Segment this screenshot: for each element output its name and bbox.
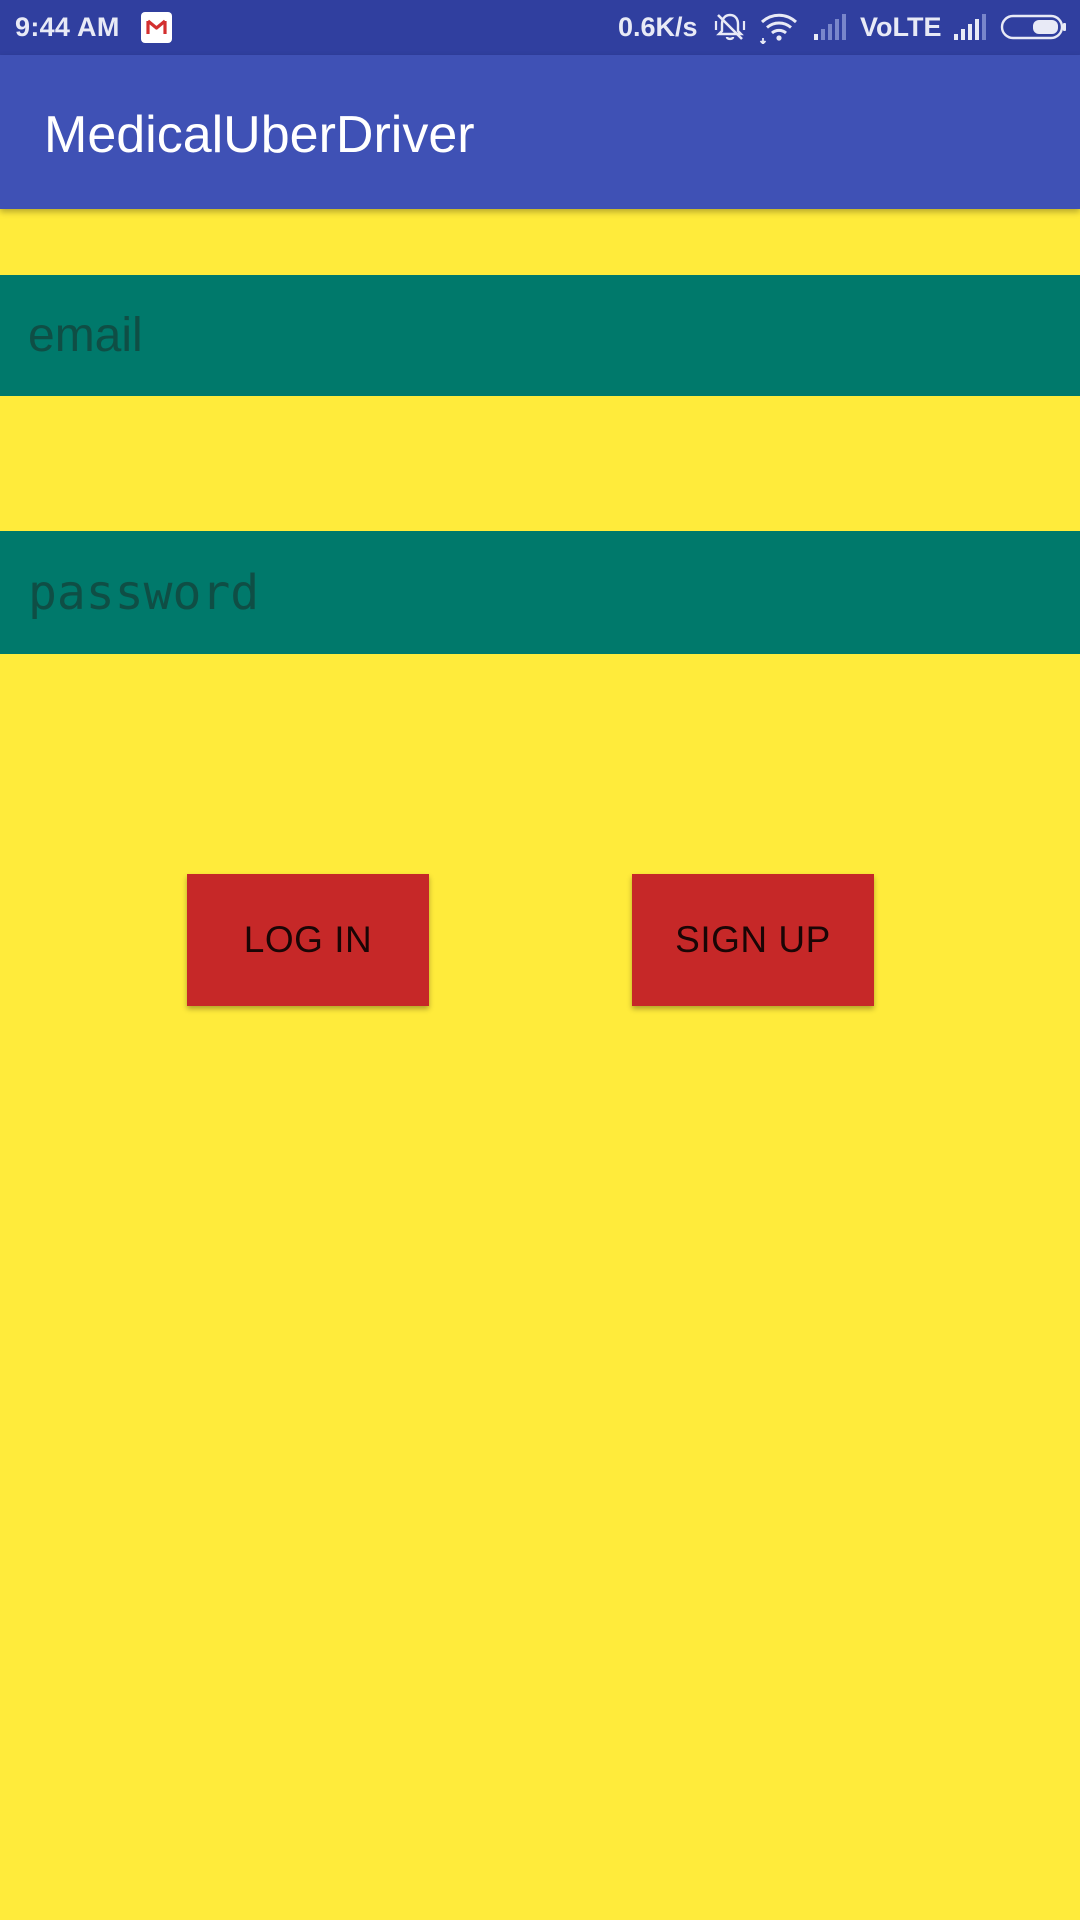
gmail-icon — [141, 12, 172, 43]
status-bar: 9:44 AM 0.6K/s VoLTE — [0, 0, 1080, 55]
email-field[interactable] — [0, 275, 1080, 396]
email-field-container — [0, 275, 1080, 396]
signup-button[interactable]: SIGN UP — [632, 874, 874, 1006]
app-bar: MedicalUberDriver — [0, 55, 1080, 209]
password-field[interactable] — [0, 531, 1080, 654]
battery-icon — [1000, 13, 1068, 48]
login-button[interactable]: LOG IN — [187, 874, 429, 1006]
mute-icon — [713, 10, 747, 51]
volte-label: VoLTE — [860, 12, 942, 42]
login-screen: 9:44 AM 0.6K/s VoLTE MedicalUberDriver e… — [0, 0, 1080, 1920]
signal-icon — [812, 12, 848, 49]
wifi-icon — [759, 10, 799, 51]
status-time: 9:44 AM — [15, 12, 120, 42]
app-title: MedicalUberDriver — [44, 106, 475, 164]
network-speed: 0.6K/s — [618, 12, 698, 42]
signal-icon — [952, 12, 988, 49]
password-field-container — [0, 531, 1080, 654]
